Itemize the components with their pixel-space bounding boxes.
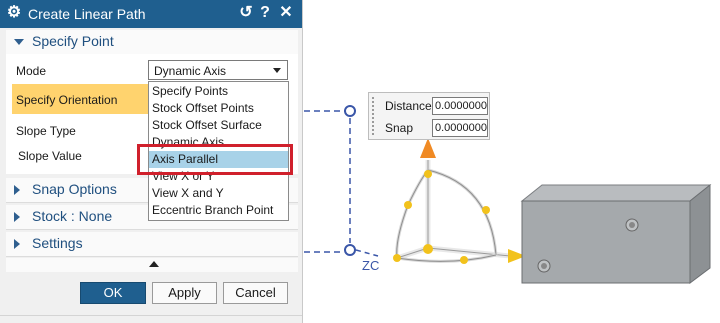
dropdown-item-view-x-and-y[interactable]: View X and Y <box>149 185 288 202</box>
section-label-settings: Settings <box>32 235 83 251</box>
dynamic-axis-handle[interactable] <box>395 160 511 263</box>
path-point-bottom[interactable] <box>344 244 356 256</box>
section-specify-point[interactable]: Specify Point <box>6 30 298 55</box>
specify-orientation-label: Specify Orientation <box>16 93 118 107</box>
collapse-toggle[interactable] <box>6 258 298 272</box>
zc-axis-label: ZC <box>362 258 379 273</box>
distance-label: Distance <box>385 99 432 113</box>
divider <box>0 315 302 316</box>
mode-select[interactable]: Dynamic Axis <box>148 60 288 80</box>
path-point-top[interactable] <box>344 105 356 117</box>
chevron-up-icon <box>149 261 159 267</box>
snap-field[interactable]: 0.0000000 <box>432 119 488 137</box>
chevron-right-icon <box>14 185 20 195</box>
dialog-titlebar[interactable]: ⚙ Create Linear Path ↺ ? ✕ <box>0 0 302 28</box>
reset-icon[interactable]: ↺ <box>238 4 254 22</box>
close-icon[interactable]: ✕ <box>278 4 294 22</box>
handle-ball-origin[interactable] <box>423 244 433 254</box>
z-axis-arrow[interactable] <box>420 138 436 158</box>
apply-button[interactable]: Apply <box>152 282 217 304</box>
snap-label: Snap <box>385 121 414 135</box>
dropdown-item-stock-offset-points[interactable]: Stock Offset Points <box>149 100 288 117</box>
section-settings[interactable]: Settings <box>6 232 298 257</box>
chevron-right-icon <box>14 212 20 222</box>
chevron-down-icon[interactable] <box>273 68 281 73</box>
path-dashed-to-axis <box>355 249 379 257</box>
gear-icon[interactable]: ⚙ <box>6 4 22 22</box>
cancel-button[interactable]: Cancel <box>223 282 288 304</box>
slope-value-label: Slope Value <box>18 149 82 163</box>
part-block[interactable] <box>520 183 712 284</box>
panel-grip-handle[interactable] <box>372 97 378 135</box>
section-label-stock: Stock : None <box>32 208 113 224</box>
mode-select-value: Dynamic Axis <box>154 64 227 78</box>
help-icon[interactable]: ? <box>257 4 273 22</box>
section-label-snap-options: Snap Options <box>32 181 117 197</box>
selection-highlight-outline <box>137 144 293 175</box>
ok-button[interactable]: OK <box>80 282 146 304</box>
handle-ball-bottom-left[interactable] <box>393 254 401 262</box>
section-label-specify-point: Specify Point <box>32 33 114 49</box>
slope-type-label: Slope Type <box>16 124 76 138</box>
chevron-down-icon <box>14 39 24 45</box>
handle-ball-bottom-right[interactable] <box>460 256 468 264</box>
dropdown-item-eccentric-branch-point[interactable]: Eccentric Branch Point <box>149 202 288 219</box>
distance-field[interactable]: 0.0000000 <box>432 97 488 115</box>
handle-ball-right[interactable] <box>482 206 490 214</box>
dropdown-item-specify-points[interactable]: Specify Points <box>149 83 288 100</box>
mode-label: Mode <box>16 64 47 78</box>
handle-ball-top[interactable] <box>424 170 432 178</box>
dialog-title: Create Linear Path <box>28 6 146 22</box>
dropdown-item-stock-offset-surface[interactable]: Stock Offset Surface <box>149 117 288 134</box>
chevron-right-icon <box>14 239 20 249</box>
graphics-viewport[interactable]: ZC XC <box>290 0 720 323</box>
snap-distance-panel: Distance 0.0000000 Snap 0.0000000 <box>368 92 490 140</box>
handle-ball-left[interactable] <box>404 201 412 209</box>
